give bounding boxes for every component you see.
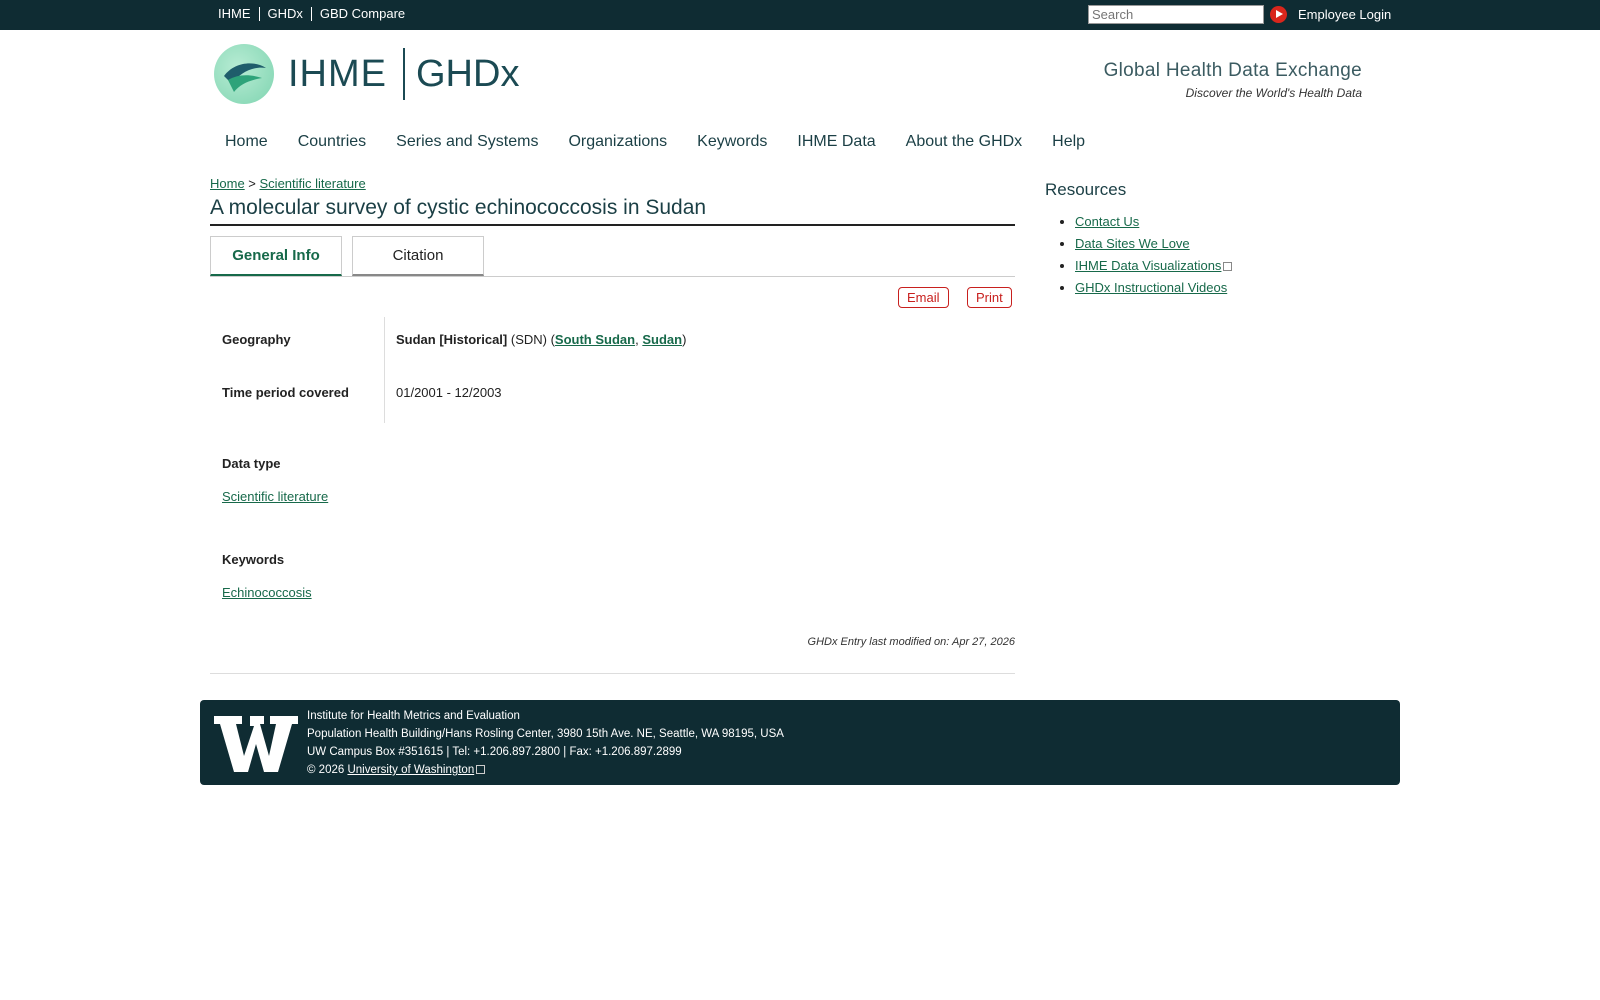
resource-contact-us[interactable]: Contact Us <box>1075 214 1139 229</box>
external-link-icon <box>1223 262 1233 271</box>
top-utility-bar: IHME GHDx GBD Compare Employee Login <box>0 0 1600 30</box>
footer-copyright: © 2026 University of Washington <box>307 761 784 779</box>
geography-link-sudan[interactable]: Sudan <box>642 332 682 347</box>
resource-data-sites[interactable]: Data Sites We Love <box>1075 236 1190 251</box>
resources-list: Contact Us Data Sites We Love IHME Data … <box>1045 214 1233 302</box>
resource-item: Contact Us <box>1075 214 1232 229</box>
nav-help[interactable]: Help <box>1037 133 1100 151</box>
geography-close: ) <box>682 332 687 347</box>
nav-countries[interactable]: Countries <box>283 133 381 151</box>
time-period-label: Time period covered <box>222 385 349 400</box>
footer-uw-link[interactable]: University of Washington <box>347 764 474 776</box>
keyword-link[interactable]: Echinococcosis <box>222 585 312 600</box>
print-button[interactable]: Print <box>967 287 1012 308</box>
main-nav: Home Countries Series and Systems Organi… <box>210 133 1100 151</box>
nav-organizations[interactable]: Organizations <box>553 133 682 151</box>
logo-divider <box>403 48 405 100</box>
top-link-ihme[interactable]: IHME <box>212 7 259 21</box>
geography-code: (SDN) ( <box>507 332 555 347</box>
email-button[interactable]: Email <box>898 287 949 308</box>
info-divider <box>384 317 385 423</box>
footer-org: Institute for Health Metrics and Evaluat… <box>307 710 520 722</box>
data-type-label: Data type <box>222 456 281 471</box>
time-period-value: 01/2001 - 12/2003 <box>396 385 502 400</box>
nav-about[interactable]: About the GHDx <box>891 133 1038 151</box>
last-modified: GHDx Entry last modified on: Apr 27, 202… <box>807 636 1015 648</box>
breadcrumb-separator: > <box>244 176 260 191</box>
page-title: A molecular survey of cystic echinococco… <box>210 196 1015 226</box>
employee-login-link[interactable]: Employee Login <box>1298 7 1391 22</box>
search-go-icon[interactable] <box>1270 6 1287 23</box>
tagline-subtitle: Discover the World's Health Data <box>1185 86 1362 100</box>
tab-general-info[interactable]: General Info <box>210 236 342 276</box>
resource-item: IHME Data Visualizations <box>1075 258 1233 273</box>
breadcrumb-home[interactable]: Home <box>210 176 245 191</box>
uw-logo-icon[interactable] <box>214 714 298 774</box>
ihme-logo-icon[interactable] <box>214 44 274 104</box>
top-links: IHME GHDx GBD Compare <box>212 7 413 21</box>
logo-ihme-text[interactable]: IHME <box>288 53 387 96</box>
resource-item: GHDx Instructional Videos <box>1075 280 1232 295</box>
geography-label: Geography <box>222 332 291 347</box>
footer-text: Institute for Health Metrics and Evaluat… <box>307 707 784 779</box>
site-tagline: Global Health Data Exchange Discover the… <box>1104 60 1362 100</box>
nav-keywords[interactable]: Keywords <box>682 133 782 151</box>
tab-citation[interactable]: Citation <box>352 236 484 276</box>
top-link-ghdx[interactable]: GHDx <box>258 7 311 21</box>
geography-value: Sudan [Historical] (SDN) (South Sudan, S… <box>396 332 686 347</box>
nav-series-systems[interactable]: Series and Systems <box>381 133 553 151</box>
breadcrumb: Home > Scientific literature <box>210 176 366 191</box>
site-footer: Institute for Health Metrics and Evaluat… <box>200 700 1400 785</box>
footer-contact: UW Campus Box #351615 | Tel: +1.206.897.… <box>307 746 682 758</box>
resource-ihme-viz[interactable]: IHME Data Visualizations <box>1075 258 1221 273</box>
resource-item: Data Sites We Love <box>1075 236 1232 251</box>
search-input[interactable] <box>1088 5 1264 24</box>
resources-heading: Resources <box>1045 180 1127 199</box>
footer-address: Population Health Building/Hans Rosling … <box>307 728 784 740</box>
tab-bar: General Info Citation <box>210 236 1015 277</box>
geography-country: Sudan [Historical] <box>396 332 508 347</box>
breadcrumb-section[interactable]: Scientific literature <box>260 176 366 191</box>
resource-videos[interactable]: GHDx Instructional Videos <box>1075 280 1227 295</box>
keywords-label: Keywords <box>222 552 285 567</box>
logo-ghdx-text[interactable]: GHDx <box>416 53 519 96</box>
nav-ihme-data[interactable]: IHME Data <box>782 133 890 151</box>
external-link-icon <box>476 765 486 774</box>
tagline-title: Global Health Data Exchange <box>1103 60 1362 81</box>
content-divider <box>210 673 1015 674</box>
footer-copyright-prefix: © 2026 <box>307 764 348 776</box>
data-type-link[interactable]: Scientific literature <box>222 489 328 504</box>
nav-home[interactable]: Home <box>210 133 283 151</box>
top-link-gbd-compare[interactable]: GBD Compare <box>310 7 413 21</box>
geography-link-south-sudan[interactable]: South Sudan <box>555 332 635 347</box>
